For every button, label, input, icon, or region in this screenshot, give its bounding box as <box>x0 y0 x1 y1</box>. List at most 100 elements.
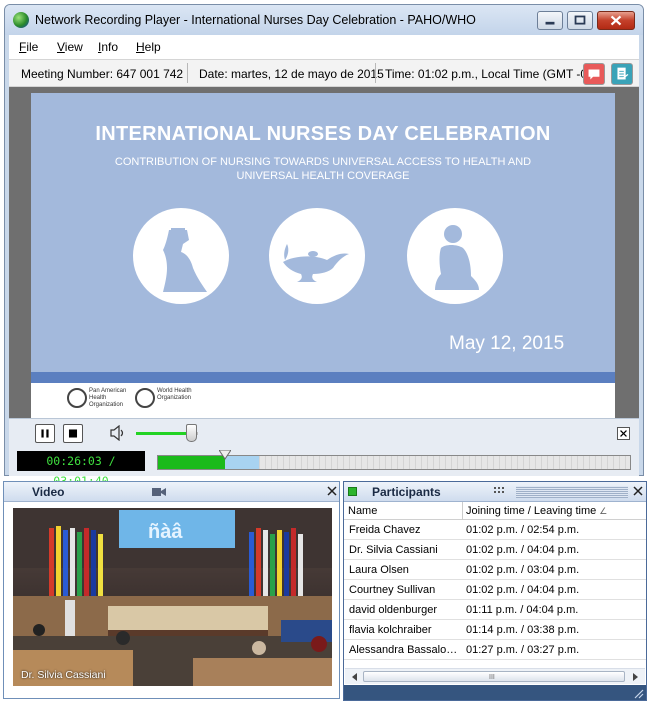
conference-room-scene: ñàâ <box>13 508 332 686</box>
participants-panel-title: Participants <box>372 485 441 499</box>
slide-title: INTERNATIONAL NURSES DAY CELEBRATION <box>95 123 551 145</box>
close-icon <box>610 15 622 26</box>
slide-subtitle: CONTRIBUTION OF NURSING TOWARDS UNIVERSA… <box>114 156 532 182</box>
menu-bar: File View Info Help <box>9 35 639 59</box>
meeting-time: Time: 01:02 p.m., Local Time (GMT -0... <box>385 67 598 81</box>
participant-name: Freida Chavez <box>349 524 421 536</box>
scroll-right-arrow-icon[interactable] <box>629 671 641 683</box>
table-row[interactable]: Freida Chavez 01:02 p.m. / 02:54 p.m. <box>344 520 646 540</box>
close-icon[interactable] <box>632 485 644 497</box>
seek-thumb[interactable] <box>218 449 233 460</box>
table-row[interactable]: Courtney Sullivan 01:02 p.m. / 04:04 p.m… <box>344 580 646 600</box>
scrollbar-thumb[interactable]: III <box>363 671 625 682</box>
participant-time: 01:02 p.m. / 04:04 p.m. <box>466 584 580 596</box>
menu-view[interactable]: View <box>57 40 83 54</box>
slide-date: May 12, 2015 <box>449 333 565 354</box>
panel-status-strip <box>344 685 646 700</box>
participant-time: 01:11 p.m. / 04:04 p.m. <box>466 604 579 616</box>
column-header-time[interactable]: Joining time / Leaving time ∠ <box>466 505 607 517</box>
participant-name: david oldenburger <box>349 604 438 616</box>
participant-time: 01:02 p.m. / 03:04 p.m. <box>466 564 580 576</box>
playback-controls <box>9 418 639 446</box>
horizontal-scrollbar[interactable]: III <box>345 668 645 684</box>
minimize-button[interactable] <box>537 11 563 30</box>
pause-button[interactable] <box>35 424 55 443</box>
stop-button[interactable] <box>63 424 83 443</box>
meeting-info-bar: Meeting Number: 647 001 742 Date: martes… <box>9 59 639 87</box>
close-icon <box>620 430 627 437</box>
chat-bubble-icon <box>588 69 600 80</box>
paho-emblem-icon <box>67 388 87 408</box>
player-window: Network Recording Player - International… <box>4 4 644 488</box>
column-header-name[interactable]: Name <box>348 505 377 517</box>
slide-band <box>31 372 615 383</box>
nurse-silhouette-icon <box>133 208 229 304</box>
participant-name: Dr. Silvia Cassiani <box>349 544 438 556</box>
menu-info[interactable]: Info <box>98 40 118 54</box>
scroll-left-arrow-icon[interactable] <box>349 671 361 683</box>
table-row[interactable]: Laura Olsen 01:02 p.m. / 03:04 p.m. <box>344 560 646 580</box>
video-feed[interactable]: ñàâ Dr. Silvia Cassiani <box>13 508 332 686</box>
screen-text: ñàâ <box>148 521 183 543</box>
table-row[interactable]: Alessandra Bassalobr... 01:27 p.m. / 03:… <box>344 640 646 660</box>
table-row[interactable]: flavia kolchraiber 01:14 p.m. / 03:38 p.… <box>344 620 646 640</box>
participant-name: Courtney Sullivan <box>349 584 436 596</box>
divider <box>187 63 188 83</box>
stop-icon <box>68 429 78 438</box>
paho-logo-text: Pan American Health Organization <box>89 388 127 408</box>
who-emblem-icon <box>135 388 155 408</box>
menu-help[interactable]: Help <box>136 40 161 54</box>
participant-time: 01:14 p.m. / 03:38 p.m. <box>466 624 580 636</box>
participant-time: 01:27 p.m. / 03:27 p.m. <box>466 644 580 656</box>
seek-bar[interactable] <box>157 449 631 470</box>
presentation-slide: INTERNATIONAL NURSES DAY CELEBRATION CON… <box>31 93 615 418</box>
scrollbar-grip: III <box>489 674 495 681</box>
grid-view-icon[interactable] <box>494 487 504 497</box>
title-bar[interactable]: Network Recording Player - International… <box>5 5 643 35</box>
meeting-date: Date: martes, 12 de mayo de 2015 <box>199 67 384 81</box>
app-globe-icon <box>13 12 29 28</box>
chat-button[interactable] <box>583 63 605 85</box>
table-header: Name Joining time / Leaving time ∠ <box>344 502 646 520</box>
participants-panel-header[interactable]: Participants <box>344 482 646 502</box>
timeline-bar: 00:26:03 / 03:01:40 <box>9 446 639 488</box>
video-camera-icon <box>152 488 166 496</box>
resize-grip-icon[interactable] <box>632 687 644 699</box>
who-logo-text: World Health Organization <box>157 388 192 401</box>
column-divider[interactable] <box>462 502 463 520</box>
online-status-icon <box>348 487 357 496</box>
participant-time: 01:02 p.m. / 02:54 p.m. <box>466 524 580 536</box>
window-title: Network Recording Player - International… <box>35 13 476 27</box>
minimize-icon <box>545 21 555 25</box>
table-row[interactable]: Dr. Silvia Cassiani 01:02 p.m. / 04:04 p… <box>344 540 646 560</box>
participant-name: flavia kolchraiber <box>349 624 432 636</box>
maximize-button[interactable] <box>567 11 593 30</box>
column-header-time-label: Joining time / Leaving time <box>466 505 597 517</box>
video-panel: Video ñàâ Dr. Silvia Cassiani <box>3 481 340 699</box>
table-row[interactable]: david oldenburger 01:11 p.m. / 04:04 p.m… <box>344 600 646 620</box>
participant-name: Alessandra Bassalobr... <box>349 644 463 656</box>
menu-file[interactable]: File <box>19 40 38 54</box>
seated-person-icon <box>407 208 503 304</box>
close-icon[interactable] <box>326 485 338 497</box>
oil-lamp-icon <box>269 208 365 304</box>
participant-time: 01:02 p.m. / 04:04 p.m. <box>466 544 580 556</box>
close-controls-button[interactable] <box>617 427 630 440</box>
notes-button[interactable] <box>611 63 633 85</box>
slide-footer: Pan American Health Organization World H… <box>31 383 615 418</box>
notes-icon <box>617 67 629 80</box>
panel-drag-grip[interactable] <box>516 486 628 498</box>
video-panel-header[interactable]: Video <box>4 482 339 502</box>
volume-slider-thumb[interactable] <box>185 424 197 442</box>
meeting-number: Meeting Number: 647 001 742 <box>21 67 184 81</box>
participant-name: Laura Olsen <box>349 564 409 576</box>
video-panel-title: Video <box>32 485 65 499</box>
video-speaker-caption: Dr. Silvia Cassiani <box>21 669 106 681</box>
close-button[interactable] <box>597 11 635 30</box>
divider <box>375 63 376 83</box>
volume-level <box>136 432 192 435</box>
speaker-icon[interactable] <box>109 425 127 441</box>
time-display: 00:26:03 / 03:01:40 <box>17 451 145 488</box>
slide-viewer: INTERNATIONAL NURSES DAY CELEBRATION CON… <box>9 87 639 418</box>
participants-panel: Participants Name Joining time / Leaving… <box>343 481 647 701</box>
